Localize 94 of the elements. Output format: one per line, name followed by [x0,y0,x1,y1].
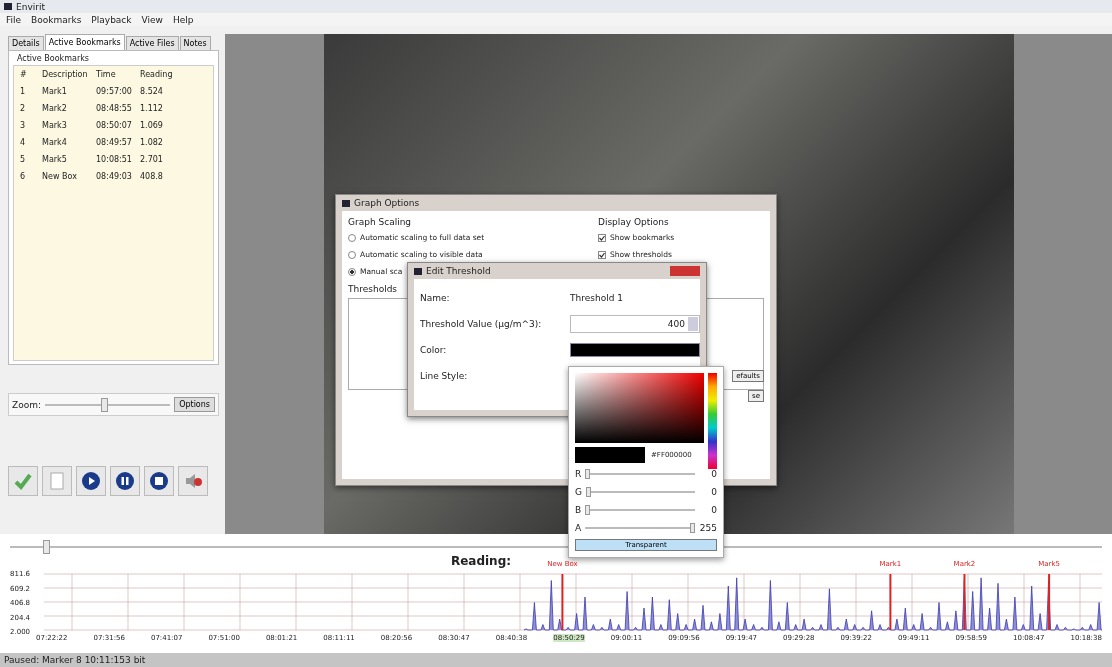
dialog-title: Graph Options [354,198,420,208]
section-title: Display Options [598,217,669,227]
menu-item[interactable]: Help [172,14,194,25]
slider-thumb[interactable] [586,487,591,497]
app-icon [414,267,422,275]
channel-value: 0 [710,487,717,497]
table-cell-text: Mark5 [42,155,68,164]
section-title: Graph Scaling [348,217,412,227]
play-button[interactable] [76,466,106,496]
reading-label: Reading: [450,554,512,570]
field-label: Line Style: [420,371,469,381]
table-cell-text: 2 [20,104,27,113]
table-cell-text: 8.524 [140,87,164,96]
zoom-slider[interactable] [45,397,171,412]
speaker-icon [183,471,203,491]
table-cell-text: 10:08:51 [96,155,133,164]
radio-button[interactable] [348,267,356,276]
app-icon [342,199,350,207]
table-cell-text: 1 [20,87,27,96]
table-cell-text: 2.701 [140,155,164,164]
threshold-input[interactable]: 400 [570,315,700,333]
table-cell-text: 3 [20,121,27,130]
menu-item[interactable]: File [6,14,22,25]
slider-thumb[interactable] [100,397,108,412]
field-label: Threshold Value (µg/m^3): [420,319,543,329]
stop-button[interactable] [144,466,174,496]
play-icon [81,471,101,491]
channel-label: A [575,523,582,533]
column-header: # [20,70,28,79]
table-cell-text: 408.8 [140,172,164,181]
slider-thumb[interactable] [585,505,591,515]
dialog-title: Edit Threshold [426,266,491,276]
check-icon [13,471,33,491]
menu-item[interactable]: Playback [91,14,132,25]
table-cell-text: 08:50:07 [96,121,133,130]
tab[interactable]: Active Files [125,36,179,50]
table-cell-text: Mark2 [42,104,68,113]
channel-value: 0 [710,505,717,515]
column-header: Time [96,70,117,79]
radio-button[interactable] [348,233,356,242]
options-button[interactable]: Options [174,397,215,412]
app-icon [4,3,12,10]
checkmark-icon [599,234,605,241]
document-icon [47,471,67,491]
checkbox[interactable] [598,233,606,242]
tab[interactable]: Details [8,36,44,50]
stop-icon [149,471,169,491]
hue-strip[interactable] [708,373,717,469]
menu-item[interactable]: Bookmarks [31,14,82,25]
status-text: Paused: Marker 8 10:11:153 bit [4,655,146,665]
column-header: Reading [140,70,174,79]
slider-thumb[interactable] [690,523,695,533]
table-cell-text: 08:49:57 [96,138,133,147]
tab[interactable]: Active Bookmarks [44,34,125,50]
window-title: Envirit [16,1,45,12]
table-cell-text: 5 [20,155,27,164]
name-value: Threshold 1 [570,293,624,303]
table-cell-text: 1.069 [140,121,164,130]
channel-label: B [575,505,582,515]
section-title: Thresholds [348,284,398,294]
table-cell-text: 08:49:03 [96,172,133,181]
column-header: Description [42,70,89,79]
color-gradient[interactable] [575,373,704,443]
color-preview [575,447,645,463]
slider-thumb[interactable] [585,469,591,479]
table-cell-text: Mark3 [42,121,68,130]
table-cell-text: 6 [20,172,27,181]
speaker-button[interactable] [178,466,208,496]
channel-value: 0 [710,469,717,479]
table-cell-text: 1.082 [140,138,164,147]
table-cell-text: 09:57:00 [96,87,133,96]
channel-label: R [575,469,582,479]
table-cell-text: New Box [42,172,78,181]
table-cell-text: 4 [20,138,27,147]
check-button[interactable] [8,466,38,496]
channel-value: 255 [699,523,717,533]
pause-icon [115,471,135,491]
menu-item[interactable]: View [141,14,163,25]
field-label: Name: [420,293,451,303]
channel-label: G [575,487,582,497]
table-cell-text: 08:48:55 [96,104,133,113]
group-title: Active Bookmarks [17,54,90,63]
color-dropdown[interactable] [570,343,700,357]
table-cell-text: Mark4 [42,138,68,147]
pause-button[interactable] [110,466,140,496]
radio-button[interactable] [348,250,356,259]
table-cell-text: 1.112 [140,104,164,113]
slider-thumb[interactable] [42,540,50,554]
zoom-label: Zoom: [12,399,41,410]
checkbox[interactable] [598,250,606,259]
tab[interactable]: Notes [179,36,211,50]
checkmark-icon [599,251,605,258]
field-label: Color: [420,345,448,355]
table-cell-text: Mark1 [42,87,68,96]
